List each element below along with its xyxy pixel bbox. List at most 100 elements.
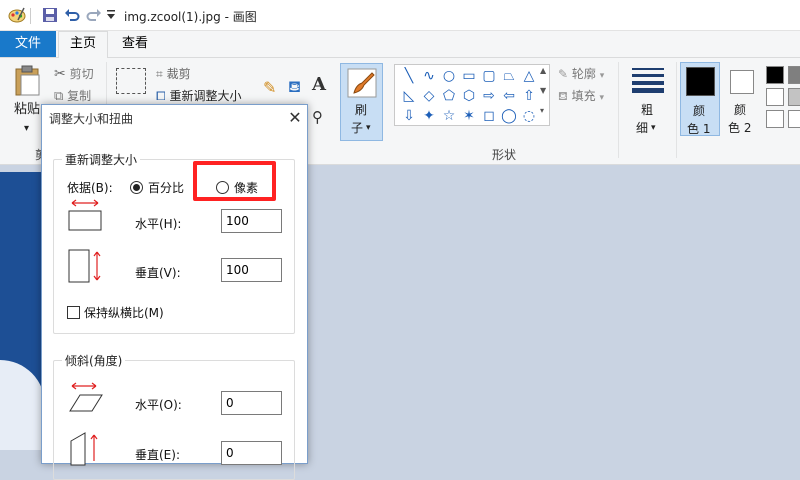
shape-option[interactable]: ⬠ xyxy=(439,86,459,106)
tab-view[interactable]: 查看 xyxy=(110,31,160,57)
shape-option[interactable]: ◯ xyxy=(499,106,519,126)
skew-vertical-input[interactable] xyxy=(221,441,282,465)
color-1-button[interactable]: 颜 色 1 xyxy=(680,62,720,136)
palette-swatch[interactable] xyxy=(766,88,784,106)
crop-button[interactable]: ⌗ 裁剪 xyxy=(156,64,191,84)
shapes-scroll[interactable]: ▲ ▼ ▾ xyxy=(540,66,550,124)
skew-horizontal-input[interactable] xyxy=(221,391,282,415)
scissors-icon: ✂ xyxy=(54,66,66,82)
by-label: 依据(B): xyxy=(67,181,113,195)
brush-label-1: 刷 xyxy=(355,103,368,117)
tab-file[interactable]: 文件 xyxy=(0,31,56,57)
shape-option[interactable]: ▭ xyxy=(459,66,479,86)
shapes-gallery[interactable]: ╲ ∿ ○ ▭ ▢ ⏢ △ ◺ ◇ ⬠ ⬡ ⇨ ⇦ ⇧ ⇩ ✦ ☆ ✶ ◻ ◯ ◌ xyxy=(394,64,550,126)
fill-bucket-icon[interactable]: ⛾ xyxy=(288,77,301,98)
text-tool-icon[interactable]: A xyxy=(312,74,326,95)
tab-home[interactable]: 主页 xyxy=(58,31,108,58)
shape-option[interactable]: △ xyxy=(519,66,539,86)
skew-section: 倾斜(角度) 水平(O): 垂直(E): xyxy=(53,352,295,480)
copy-button[interactable]: ⧉ 复制 xyxy=(54,86,91,106)
cut-label: 剪切 xyxy=(69,67,94,81)
shape-option[interactable]: ⇩ xyxy=(399,106,419,126)
size-arrow-icon: ▾ xyxy=(651,123,656,133)
fill-button[interactable]: ⛾ 填充 ▾ xyxy=(558,86,604,106)
canvas-image[interactable] xyxy=(0,172,45,450)
percent-radio[interactable] xyxy=(130,181,143,194)
vertical-resize-icon xyxy=(68,249,101,283)
fill-arrow-icon: ▾ xyxy=(599,93,605,103)
size-button[interactable]: 粗 细 ▾ xyxy=(626,64,670,140)
close-icon[interactable]: ✕ xyxy=(283,106,307,130)
shape-option[interactable]: ◌ xyxy=(519,106,539,126)
skew-horizontal-label: 水平(O): xyxy=(135,398,182,412)
paint-app-icon[interactable] xyxy=(8,6,26,27)
keep-aspect-ratio-label[interactable]: 保持纵横比(M) xyxy=(84,304,164,321)
keep-aspect-ratio-checkbox[interactable] xyxy=(67,306,80,319)
save-icon[interactable] xyxy=(42,7,58,26)
title-bar: img.zcool(1).jpg - 画图 xyxy=(0,0,800,31)
cut-button[interactable]: ✂ 剪切 xyxy=(54,64,94,84)
quick-access-dropdown-icon[interactable] xyxy=(106,9,116,24)
crop-icon: ⌗ xyxy=(156,67,163,81)
vertical-label: 垂直(V): xyxy=(135,266,181,280)
shape-option[interactable]: ☆ xyxy=(439,106,459,126)
resize-icon: ⧠ xyxy=(156,89,166,103)
vertical-input[interactable] xyxy=(221,258,282,282)
shape-option[interactable]: ✶ xyxy=(459,106,479,126)
shapes-group-label: 形状 xyxy=(492,148,517,162)
color-2-label-1: 颜 xyxy=(734,103,747,117)
brush-icon xyxy=(347,68,377,98)
palette-swatch[interactable] xyxy=(766,110,784,128)
palette-swatch[interactable] xyxy=(788,66,800,84)
color-1-label-2: 色 1 xyxy=(687,122,711,136)
resize-button[interactable]: ⧠ 重新调整大小 xyxy=(156,86,241,106)
shape-option[interactable]: ⇧ xyxy=(519,86,539,106)
size-label-1: 粗 xyxy=(641,103,654,117)
dialog-title: 调整大小和扭曲 xyxy=(49,112,134,126)
shape-option[interactable]: ╲ xyxy=(399,66,419,86)
outline-icon: ✎ xyxy=(558,67,569,81)
horizontal-resize-icon xyxy=(68,199,102,231)
percent-label[interactable]: 百分比 xyxy=(148,179,184,196)
undo-icon[interactable] xyxy=(64,7,80,26)
shape-option[interactable]: ◇ xyxy=(419,86,439,106)
vertical-skew-icon xyxy=(70,432,98,466)
shape-option[interactable]: ∿ xyxy=(419,66,439,86)
brush-label-2: 子 xyxy=(351,121,364,135)
brushes-button[interactable]: 刷 子 ▾ xyxy=(340,63,383,141)
shape-option[interactable]: ⇨ xyxy=(479,86,499,106)
shape-option[interactable]: ◻ xyxy=(479,106,499,126)
color-2-swatch xyxy=(730,70,754,94)
select-button[interactable] xyxy=(116,68,146,94)
magnifier-icon[interactable]: ⚲ xyxy=(312,108,323,126)
shape-option[interactable]: ⏢ xyxy=(499,66,519,86)
color-2-button[interactable]: 颜 色 2 xyxy=(724,62,764,136)
size-label-2: 细 xyxy=(636,121,649,135)
palette-swatch[interactable] xyxy=(766,66,784,84)
shape-option[interactable]: ⬡ xyxy=(459,86,479,106)
palette-swatch[interactable] xyxy=(788,110,800,128)
shape-option[interactable]: ✦ xyxy=(419,106,439,126)
horizontal-input[interactable] xyxy=(221,209,282,233)
resize-label: 重新调整大小 xyxy=(169,89,242,103)
outline-button[interactable]: ✎ 轮廓 ▾ xyxy=(558,64,604,84)
redo-icon[interactable] xyxy=(86,7,102,26)
color-1-label-1: 颜 xyxy=(693,104,706,118)
resize-section-title: 重新调整大小 xyxy=(62,151,141,168)
paste-arrow-icon: ▾ xyxy=(24,123,30,134)
outline-arrow-icon: ▾ xyxy=(599,71,605,81)
outline-label: 轮廓 xyxy=(571,67,596,81)
color-2-label-2: 色 2 xyxy=(728,121,752,135)
shape-option[interactable]: ○ xyxy=(439,66,459,86)
ribbon-separator xyxy=(676,62,677,158)
pencil-icon[interactable]: ✎ xyxy=(263,78,276,97)
annotation-highlight-box xyxy=(193,161,276,201)
color-1-swatch xyxy=(686,67,715,96)
shape-option[interactable]: ◺ xyxy=(399,86,419,106)
skew-vertical-label: 垂直(E): xyxy=(135,448,180,462)
palette-swatch[interactable] xyxy=(788,88,800,106)
shape-option[interactable]: ⇦ xyxy=(499,86,519,106)
ribbon-separator xyxy=(618,62,619,158)
ribbon-tab-bar: 文件 主页 查看 xyxy=(0,31,800,58)
shape-option[interactable]: ▢ xyxy=(479,66,499,86)
